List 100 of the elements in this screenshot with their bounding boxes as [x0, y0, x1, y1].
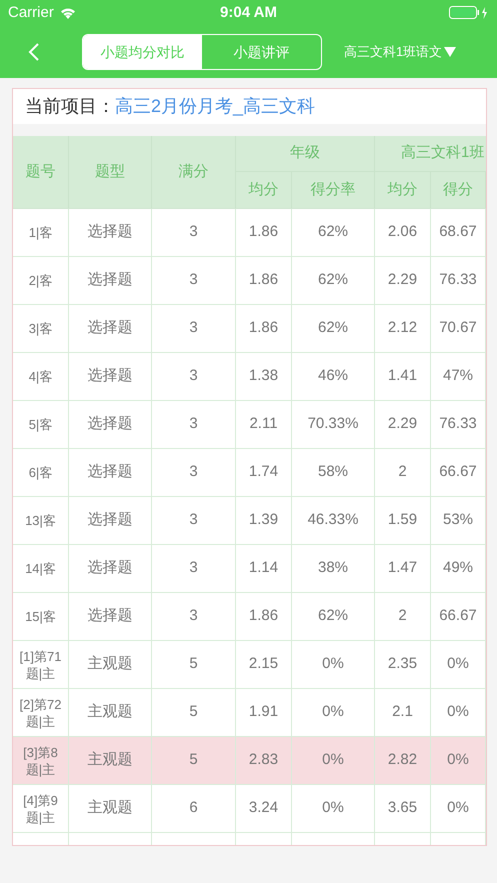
table-cell-text: 3	[189, 270, 198, 290]
table-cell-text: 2.35	[388, 654, 418, 674]
group-header: 高三文科1班	[375, 136, 486, 172]
table-cell-text: 5	[189, 702, 198, 722]
table-cell-text: 70.67	[439, 318, 477, 338]
table-cell-text: 2.11	[249, 414, 278, 434]
table-cell-text: 2.1	[392, 702, 413, 722]
table-cell-text: 3	[189, 510, 198, 530]
table-cell-text: 选择题	[88, 606, 132, 626]
table-cell-text: 3	[189, 558, 198, 578]
table-cell-text: 1.91	[248, 702, 278, 722]
table-cell-text: 选择题	[88, 510, 132, 530]
table-cell-text: 3	[189, 462, 198, 482]
table-cell-text: 62%	[318, 270, 348, 290]
table-cell-text: 2.82	[388, 750, 418, 770]
table-cell-text: 14|客	[24, 560, 57, 577]
table-cell-text: 2.83	[248, 750, 278, 770]
table-cell-text: 3	[189, 222, 198, 242]
table-cell-text: 0%	[447, 798, 469, 818]
battery-icon	[449, 6, 489, 20]
column-header: 得分	[431, 172, 486, 208]
table-cell-text: 选择题	[88, 462, 132, 482]
caret-icon	[444, 47, 456, 57]
segment-tab[interactable]: 小题讲评	[202, 35, 321, 69]
project-name: 高三2月份月考_高三文科	[115, 95, 316, 118]
table-cell-text: 47%	[442, 366, 474, 386]
table-cell-text: 2.06	[388, 222, 418, 242]
table-cell-text: 选择题	[88, 222, 132, 242]
wifi-icon	[60, 7, 76, 19]
table-cell-text: 4|客	[28, 368, 54, 385]
class-dropdown[interactable]: 高三文科1班语文	[344, 42, 456, 62]
table-cell-text: 主观题	[88, 654, 132, 674]
carrier-label: Carrier	[8, 2, 54, 23]
table-cell-text: [3]第8题|主	[22, 744, 59, 778]
table-cell-text: 53%	[442, 510, 474, 530]
table-cell-text: 13|客	[24, 512, 57, 529]
table-cell-text: 76.33	[439, 414, 477, 434]
table-cell-text: 3.24	[248, 798, 278, 818]
table-cell-text: 1.86	[248, 318, 278, 338]
table-cell-text: 2	[398, 606, 407, 626]
table-cell-text: 2	[398, 462, 407, 482]
table-cell-text: 选择题	[88, 558, 132, 578]
table-cell-text: 1.47	[388, 558, 418, 578]
table-cell-text: 0%	[322, 750, 344, 770]
group-header: 年级	[236, 136, 375, 172]
table-cell-text: 2.12	[388, 318, 418, 338]
column-header: 得分率	[292, 172, 375, 208]
table-cell-text: 选择题	[88, 270, 132, 290]
table-cell-text: 1.86	[248, 270, 278, 290]
table-cell-text: 1|客	[28, 224, 54, 241]
table-cell-text: 2|客	[28, 272, 54, 289]
table-cell-text: 5	[189, 654, 198, 674]
table-cell-text: [4]第9题|主	[22, 792, 59, 826]
table-cell-text: 5	[189, 750, 198, 770]
table-cell-text: 5|客	[28, 416, 54, 433]
table-cell-text: 76.33	[439, 270, 477, 290]
table-cell-text: 0%	[322, 798, 344, 818]
table-cell-text: 主观题	[88, 798, 132, 818]
table-cell-text: 3	[189, 366, 198, 386]
table-cell-text: 1.59	[388, 510, 418, 530]
table-cell-text: [1]第71题|主	[18, 648, 62, 682]
project-label: 当前项目：	[25, 95, 115, 118]
table-cell-text: 62%	[318, 222, 348, 242]
table-cell-text: 3	[189, 414, 198, 434]
column-header: 题型	[69, 136, 152, 208]
table-cell-text: 6|客	[28, 464, 54, 481]
table-cell-text: 2.29	[388, 270, 418, 290]
table-cell-text: 0%	[322, 654, 344, 674]
table-cell-text: 62%	[318, 606, 348, 626]
table-cell-text: 46%	[318, 366, 348, 386]
column-header: 满分	[152, 136, 236, 208]
segment-tab[interactable]: 小题均分对比	[83, 35, 202, 69]
table-cell-text: 46.33%	[308, 510, 358, 530]
table-cell-text: 0%	[447, 702, 469, 722]
table-cell-text: 1.14	[248, 558, 278, 578]
table-cell-text: 70.33%	[308, 414, 358, 434]
table-cell-text: 1.74	[248, 462, 278, 482]
table-cell-text: 38%	[318, 558, 348, 578]
table-cell-text: 1.86	[248, 606, 278, 626]
table-cell-text: 1.38	[248, 366, 278, 386]
table-cell-text: 选择题	[88, 414, 132, 434]
table-cell-text: 0%	[447, 654, 469, 674]
table-cell-text: 49%	[442, 558, 474, 578]
chevron-icon	[28, 42, 40, 62]
table-cell-text: 66.67	[439, 606, 477, 626]
column-header: 题号	[13, 136, 69, 208]
table-cell-text: 3	[189, 318, 198, 338]
table-cell-text: 选择题	[88, 318, 132, 338]
table-cell-text: [2]第72题|主	[18, 696, 62, 730]
table-cell-text: 2.29	[388, 414, 418, 434]
table-cell-text: 1.39	[248, 510, 278, 530]
table-cell-text: 3	[189, 606, 198, 626]
table-cell-text: 0%	[447, 750, 469, 770]
table-cell-text: 58%	[318, 462, 348, 482]
table-cell-text: 主观题	[88, 702, 132, 722]
column-header: 均分	[236, 172, 292, 208]
table-cell-text: 选择题	[88, 366, 132, 386]
table-cell-text: 主观题	[88, 750, 132, 770]
table-cell-text: 68.67	[439, 222, 477, 242]
table-cell-text: 15|客	[24, 608, 57, 625]
